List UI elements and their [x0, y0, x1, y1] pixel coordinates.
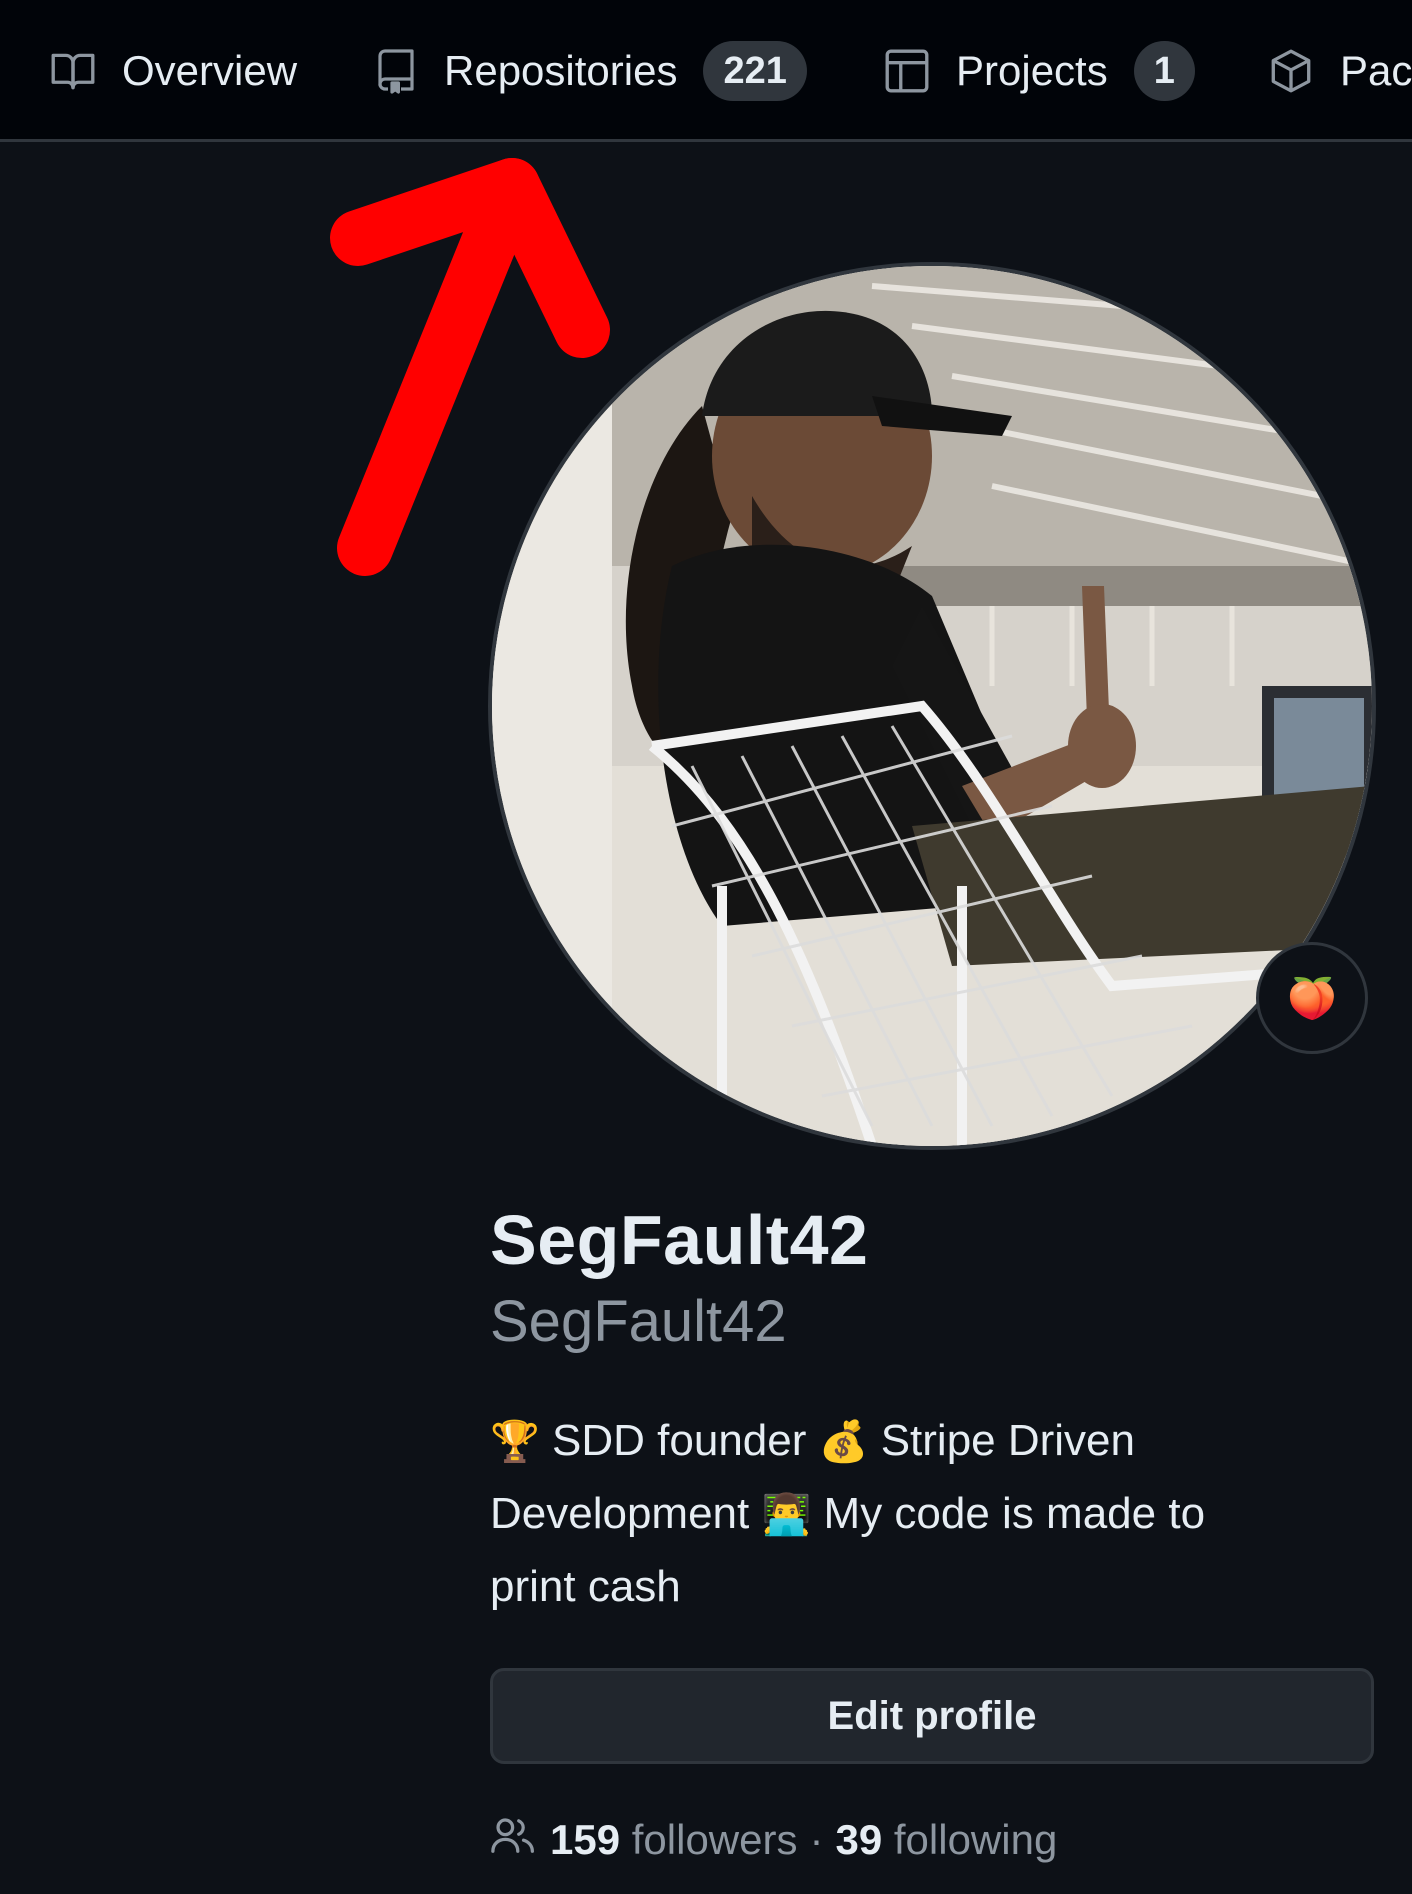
- people-icon: [490, 1815, 536, 1865]
- profile-nav: Overview Repositories 221 Projects 1 Pac: [0, 0, 1412, 142]
- book-icon: [48, 46, 98, 96]
- following-count: 39: [835, 1816, 883, 1863]
- projects-count-badge: 1: [1133, 41, 1195, 101]
- bio-line-2: Development 👨‍💻 My code is made to: [490, 1478, 1370, 1551]
- profile-name: SegFault42: [490, 1201, 869, 1279]
- tab-repositories[interactable]: Repositories 221: [372, 0, 807, 142]
- profile-login: SegFault42: [490, 1289, 787, 1354]
- tab-packages-label: Pac: [1340, 47, 1412, 94]
- bio-text: Stripe Driven: [880, 1416, 1135, 1465]
- follow-stats: 159 followers · 39 following: [490, 1815, 1057, 1865]
- tab-overview-label: Overview: [122, 47, 298, 94]
- repo-icon: [372, 46, 420, 96]
- followers-count: 159: [550, 1816, 621, 1863]
- follow-separator: ·: [809, 1816, 824, 1863]
- trophy-emoji-icon: 🏆: [490, 1420, 540, 1464]
- followers-link[interactable]: 159 followers: [550, 1816, 797, 1864]
- bio-text: Development: [490, 1489, 750, 1538]
- tab-packages[interactable]: Pac: [1266, 0, 1412, 142]
- money-bag-emoji-icon: 💰: [818, 1420, 869, 1464]
- tab-overview[interactable]: Overview: [48, 0, 297, 142]
- bio-text: My code is made to: [823, 1489, 1206, 1538]
- package-icon: [1266, 46, 1316, 96]
- following-link[interactable]: 39 following: [835, 1816, 1057, 1864]
- status-emoji-button[interactable]: 🍑: [1256, 942, 1368, 1054]
- following-label: following: [893, 1816, 1058, 1863]
- avatar-container: 🍑: [488, 262, 1376, 1150]
- bio-line-1: 🏆 SDD founder 💰 Stripe Driven: [490, 1405, 1370, 1478]
- followers-label: followers: [631, 1816, 798, 1863]
- avatar[interactable]: [488, 262, 1376, 1150]
- bio-text: SDD founder: [552, 1416, 807, 1465]
- bio-line-3: print cash: [490, 1562, 681, 1611]
- profile-bio: 🏆 SDD founder 💰 Stripe Driven Developmen…: [490, 1405, 1370, 1623]
- technologist-emoji-icon: 👨‍💻: [761, 1493, 812, 1537]
- table-icon: [882, 46, 932, 96]
- repositories-count-badge: 221: [703, 41, 807, 101]
- tab-repositories-label: Repositories: [444, 47, 678, 94]
- tab-projects-label: Projects: [956, 47, 1108, 94]
- tab-projects[interactable]: Projects 1: [882, 0, 1195, 142]
- profile-photo-illustration: [492, 266, 1372, 1146]
- peach-emoji-icon: 🍑: [1287, 976, 1337, 1021]
- edit-profile-button[interactable]: Edit profile: [490, 1668, 1374, 1764]
